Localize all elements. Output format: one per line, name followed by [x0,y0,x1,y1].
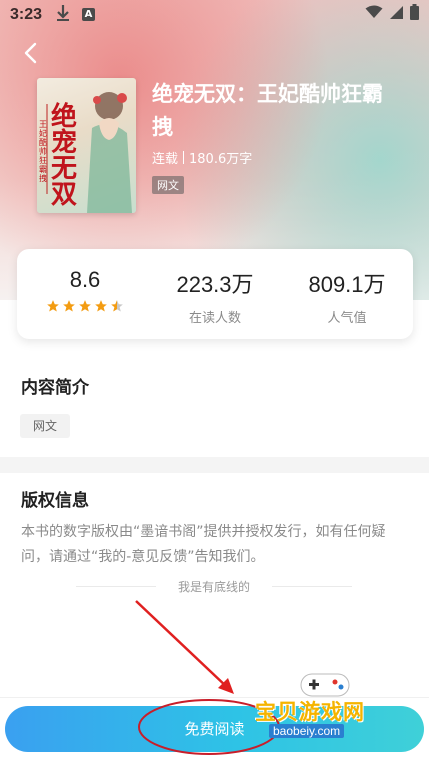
status-bar: 3:23 A [0,0,429,30]
readers-label: 在读人数 [188,311,241,326]
popularity-label: 人气值 [327,311,367,326]
cover-subtitle: 王妃酷帅狂霸拽 [39,120,47,183]
end-text: 我是有底线的 [177,580,250,594]
readers-value: 223.3万 [176,272,254,297]
meta-separator [183,151,185,164]
star-icon [79,300,91,312]
download-icon [56,4,70,26]
book-status: 连载 [152,152,179,167]
popularity-value: 809.1万 [308,272,386,297]
book-genre-tag: 网文 [152,176,184,194]
section-divider [0,457,429,473]
signal-icon [389,5,404,24]
intro-title: 内容简介 [21,378,89,398]
copyright-text: 本书的数字版权由“墨谙书阁”提供并授权发行，如有任何疑问，请通过“我的-意见反馈… [21,524,386,565]
status-time: 3:23 [10,6,43,23]
star-icon [47,300,59,312]
star-icon [63,300,75,312]
book-cover[interactable]: 绝宠无双 王妃酷帅狂霸拽 [37,78,136,213]
back-button[interactable] [18,40,44,66]
rating-stat: 8.6 [35,267,135,313]
book-word-count: 180.6万字 [189,152,253,167]
gamepad-icon [300,673,350,697]
stats-card: 8.6 223.3万 在读人数 809.1万 人气值 [17,249,413,339]
free-read-button[interactable]: 免费阅读 [5,706,424,752]
half-star-icon [111,300,123,312]
battery-icon [410,4,419,24]
intro-tag-chip[interactable]: 网文 [20,414,70,438]
a-notification-icon: A [82,8,95,21]
annotation-arrowhead [218,678,234,694]
wifi-icon [365,5,383,23]
star-icon [95,300,107,312]
chevron-left-icon [24,42,37,64]
popularity-stat: 809.1万 人气值 [297,267,397,326]
copyright-title: 版权信息 [21,491,89,511]
cover-title: 绝宠无双 [51,102,78,210]
rating-stars [35,299,135,313]
rating-value: 8.6 [69,267,101,292]
book-title: 绝宠无双：王妃酷帅狂霸拽 [152,82,383,139]
readers-stat: 223.3万 在读人数 [165,267,265,326]
end-of-list-text: 我是有底线的 [76,578,352,594]
book-meta: 连载 180.6万字 [152,148,252,167]
annotation-arrow-line [135,600,229,689]
